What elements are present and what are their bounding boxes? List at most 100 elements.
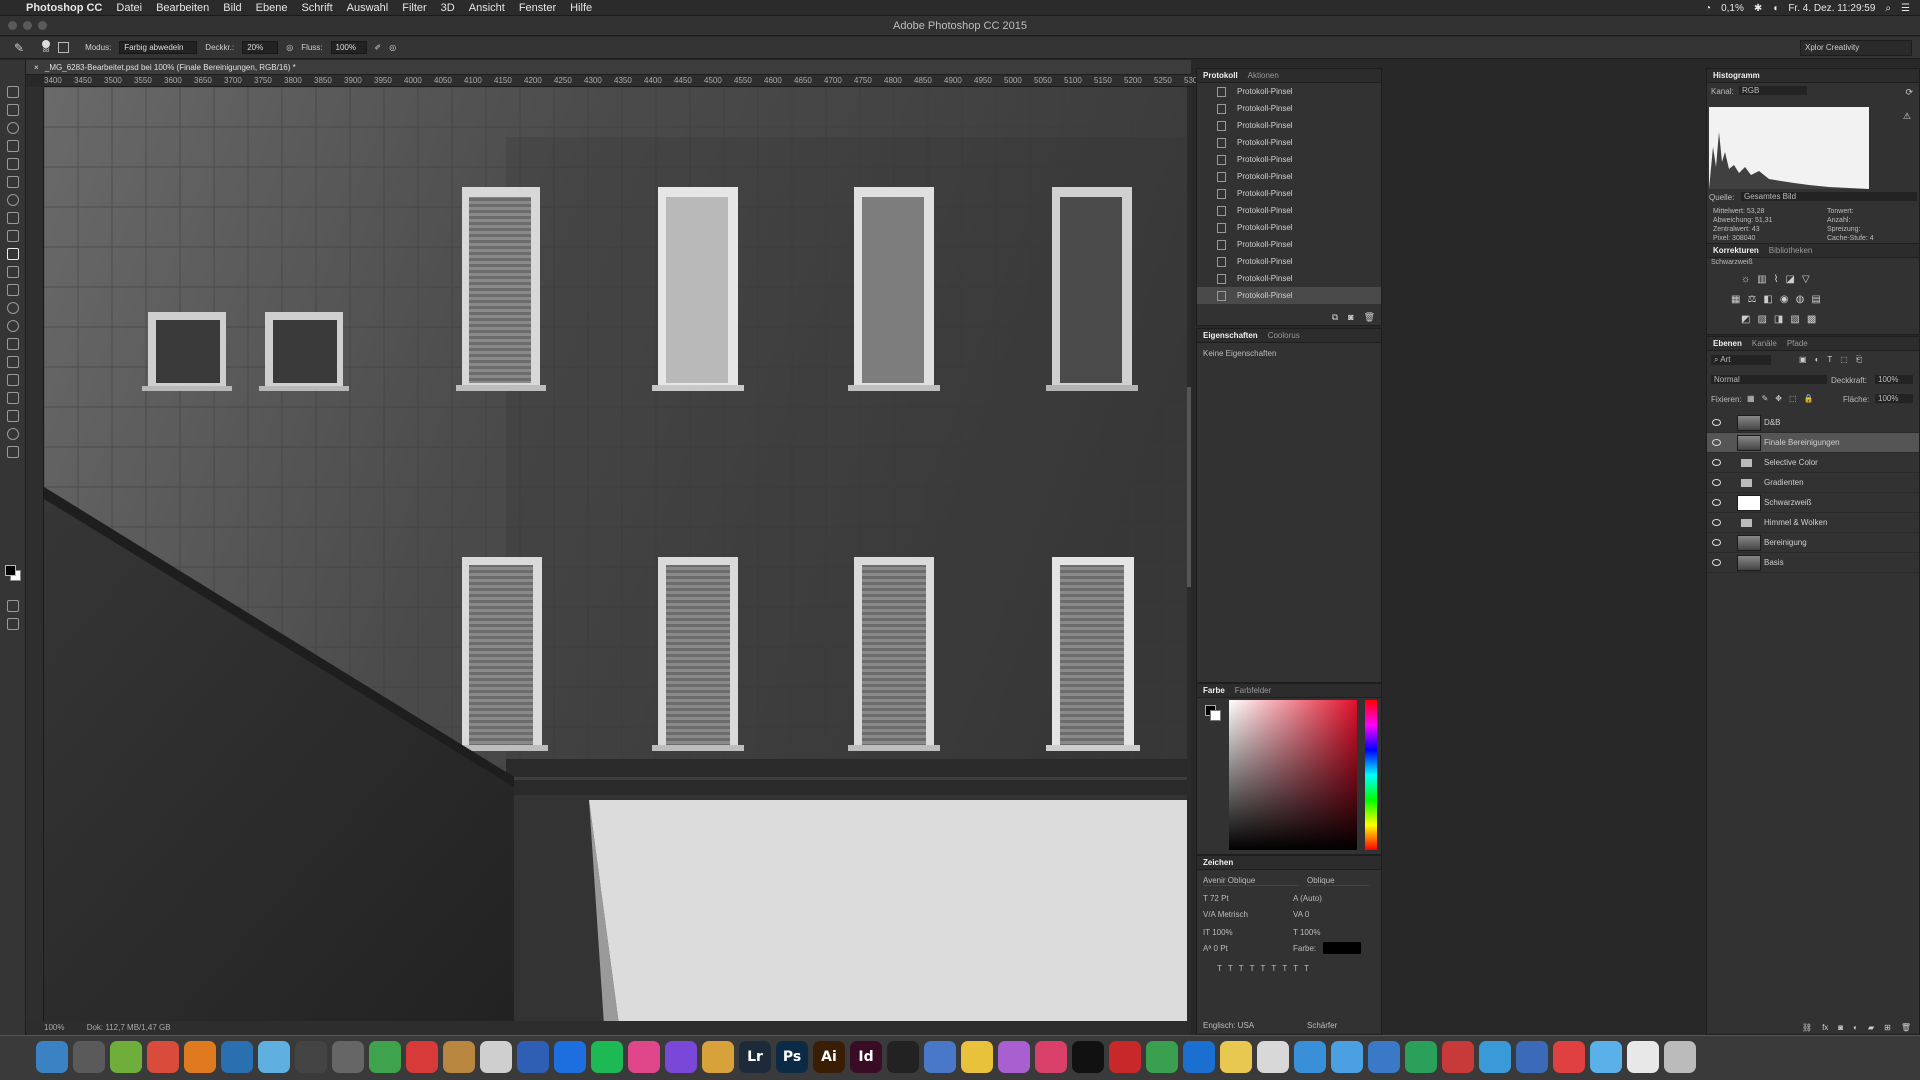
invert-icon[interactable]: ◩ xyxy=(1741,314,1750,325)
zoom-level[interactable]: 100% xyxy=(44,1023,64,1032)
lock-transparency-icon[interactable]: ▦ xyxy=(1747,394,1755,403)
layer-row[interactable]: Selective Color xyxy=(1707,453,1919,473)
wifi-icon[interactable]: ◔ xyxy=(1705,3,1711,14)
opacity-input[interactable]: 20% xyxy=(242,41,279,54)
dock-app-icon[interactable] xyxy=(1331,1041,1363,1073)
filter-smart-object-icon[interactable]: ⎗ xyxy=(1856,355,1862,365)
dock-app-icon[interactable] xyxy=(480,1041,512,1073)
dock-app-icon[interactable]: Lr xyxy=(739,1041,771,1073)
dock-app-icon[interactable] xyxy=(258,1041,290,1073)
foreground-color-swatch[interactable] xyxy=(5,565,16,576)
dock-app-icon[interactable] xyxy=(332,1041,364,1073)
document-size[interactable]: Dok: 112,7 MB/1,47 GB xyxy=(87,1023,171,1032)
hue-slider[interactable] xyxy=(1365,700,1377,850)
lasso-tool-icon[interactable] xyxy=(7,122,19,134)
history-state[interactable]: Protokoll-Pinsel xyxy=(1197,236,1381,253)
visibility-eye-icon[interactable] xyxy=(1712,459,1721,466)
history-state[interactable]: Protokoll-Pinsel xyxy=(1197,168,1381,185)
notification-icon[interactable]: ☰ xyxy=(1901,3,1910,14)
pressure-size-icon[interactable]: ◎ xyxy=(389,43,396,52)
quick-selection-tool-icon[interactable] xyxy=(7,140,19,152)
dock-app-icon[interactable] xyxy=(221,1041,253,1073)
lock-pixels-icon[interactable]: ✎ xyxy=(1762,394,1769,403)
layer-row[interactable]: Gradienten xyxy=(1707,473,1919,493)
new-layer-icon[interactable]: ⊞ xyxy=(1884,1023,1891,1032)
history-state[interactable]: Protokoll-Pinsel xyxy=(1197,134,1381,151)
menu-ebene[interactable]: Ebene xyxy=(256,2,288,14)
dock-app-icon[interactable] xyxy=(517,1041,549,1073)
dock-app-icon[interactable] xyxy=(998,1041,1030,1073)
zoom-tool-icon[interactable] xyxy=(7,428,19,440)
blend-mode-select[interactable]: Normal xyxy=(1711,375,1827,384)
menu-ansicht[interactable]: Ansicht xyxy=(469,2,505,14)
dock-app-icon[interactable] xyxy=(1516,1041,1548,1073)
channel-select[interactable]: RGB xyxy=(1739,86,1807,95)
menu-bearbeiten[interactable]: Bearbeiten xyxy=(156,2,209,14)
threshold-icon[interactable]: ◨ xyxy=(1774,314,1783,325)
font-style-select[interactable]: Oblique xyxy=(1307,876,1369,886)
dock-app-icon[interactable] xyxy=(110,1041,142,1073)
vertical-scale-field[interactable]: IT 100% xyxy=(1203,928,1233,937)
dodge-tool-icon[interactable] xyxy=(7,320,19,332)
photo-filter-icon[interactable]: ◉ xyxy=(1780,294,1789,305)
fill-input[interactable]: 100% xyxy=(1875,394,1913,403)
dock-app-icon[interactable] xyxy=(1257,1041,1289,1073)
menu-filter[interactable]: Filter xyxy=(402,2,426,14)
battery-status[interactable]: 0,1% xyxy=(1721,3,1744,14)
dock-app-icon[interactable] xyxy=(1109,1041,1141,1073)
antialias-select[interactable]: Schärfer xyxy=(1307,1021,1337,1030)
search-icon[interactable]: ⌕ xyxy=(1885,3,1891,14)
healing-brush-tool-icon[interactable] xyxy=(7,194,19,206)
tab-histogramm[interactable]: Histogramm xyxy=(1713,69,1760,82)
dock-app-icon[interactable] xyxy=(1035,1041,1067,1073)
tab-zeichen[interactable]: Zeichen xyxy=(1203,856,1233,869)
dock-app-icon[interactable] xyxy=(628,1041,660,1073)
tab-protokoll[interactable]: Protokoll xyxy=(1203,69,1238,82)
flow-input[interactable]: 100% xyxy=(330,41,367,54)
minimize-icon[interactable] xyxy=(23,21,32,30)
menu-schrift[interactable]: Schrift xyxy=(301,2,332,14)
visibility-eye-icon[interactable] xyxy=(1712,519,1721,526)
history-brush-tool-icon[interactable] xyxy=(7,248,19,260)
airbrush-icon[interactable]: ✐ xyxy=(375,43,382,52)
dock-app-icon[interactable] xyxy=(443,1041,475,1073)
brightness-icon[interactable]: ☼ xyxy=(1741,274,1750,285)
black-white-icon[interactable]: ◧ xyxy=(1763,294,1772,305)
mode-select[interactable]: Farbig abwedeln xyxy=(119,41,198,54)
hand-tool-icon[interactable] xyxy=(7,410,19,422)
brush-tool-icon[interactable] xyxy=(7,212,19,224)
menu-3d[interactable]: 3D xyxy=(441,2,455,14)
cache-warning-icon[interactable]: ⚠ xyxy=(1903,111,1911,122)
leading-field[interactable]: A (Auto) xyxy=(1293,894,1322,903)
tab-pfade[interactable]: Pfade xyxy=(1787,337,1808,350)
volume-icon[interactable]: ◖ xyxy=(1772,3,1778,14)
layer-opacity-input[interactable]: 100% xyxy=(1875,375,1913,384)
filter-pixel-icon[interactable]: ▣ xyxy=(1799,355,1807,365)
tab-aktionen[interactable]: Aktionen xyxy=(1248,69,1279,82)
bluetooth-icon[interactable]: ✱ xyxy=(1754,3,1762,14)
dock-app-icon[interactable] xyxy=(1368,1041,1400,1073)
dock-app-icon[interactable] xyxy=(1553,1041,1585,1073)
clock[interactable]: Fr. 4. Dez. 11:29:59 xyxy=(1788,3,1875,14)
screen-mode-icon[interactable] xyxy=(7,618,19,630)
add-mask-icon[interactable]: ◙ xyxy=(1838,1023,1843,1032)
dock-app-icon[interactable] xyxy=(554,1041,586,1073)
menu-datei[interactable]: Datei xyxy=(116,2,142,14)
dock-app-icon[interactable] xyxy=(1590,1041,1622,1073)
dock-app-icon[interactable]: Ps xyxy=(776,1041,808,1073)
dock-app-icon[interactable] xyxy=(1405,1041,1437,1073)
lock-artboard-icon[interactable]: ⬚ xyxy=(1789,394,1797,403)
channel-mixer-icon[interactable]: ◍ xyxy=(1796,294,1805,305)
layer-row[interactable]: Bereinigung xyxy=(1707,533,1919,553)
marquee-tool-icon[interactable] xyxy=(7,104,19,116)
gradient-map-icon[interactable]: ▧ xyxy=(1790,314,1799,325)
posterize-icon[interactable]: ▨ xyxy=(1757,314,1766,325)
dock-app-icon[interactable] xyxy=(406,1041,438,1073)
snapshot-icon[interactable]: ◙ xyxy=(1348,312,1353,323)
workspace-switcher[interactable]: Xplor Creativity xyxy=(1800,40,1912,56)
color-balance-icon[interactable]: ⚖ xyxy=(1747,294,1756,305)
dock-app-icon[interactable]: Ai xyxy=(813,1041,845,1073)
history-state[interactable]: Protokoll-Pinsel xyxy=(1197,270,1381,287)
quick-mask-icon[interactable] xyxy=(7,600,19,612)
text-color-swatch[interactable] xyxy=(1323,942,1361,954)
